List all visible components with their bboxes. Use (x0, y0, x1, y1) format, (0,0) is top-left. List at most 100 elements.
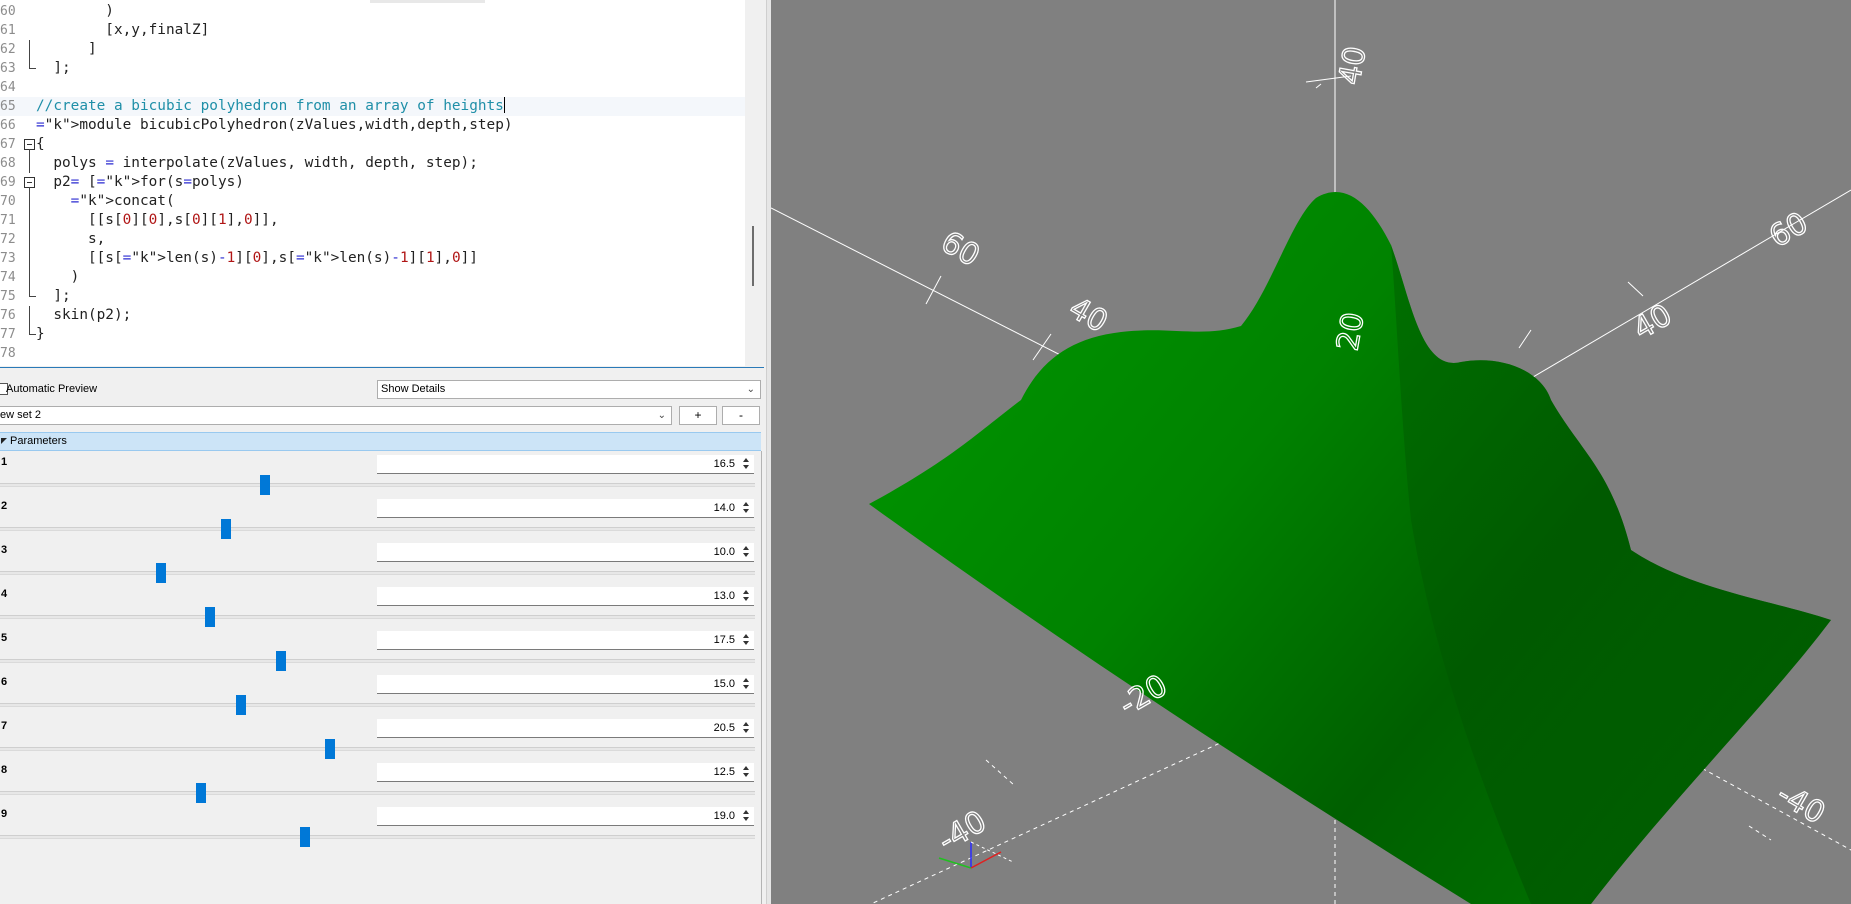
param-slider-thumb[interactable] (325, 739, 335, 759)
spin-arrows-icon[interactable] (741, 545, 752, 559)
param-label: 7 (1, 720, 8, 732)
code-line[interactable]: 63 ]; (0, 59, 745, 78)
chevron-down-icon: ⌄ (657, 410, 666, 421)
code-line[interactable]: 70 ="k">concat( (0, 192, 745, 211)
param-value: 20.5 (713, 722, 735, 734)
code-line[interactable]: 69 p2= [="k">for(s=polys) (0, 173, 745, 192)
param-value-spinbox[interactable]: 13.0 (377, 587, 754, 606)
spin-arrows-icon[interactable] (741, 765, 752, 779)
bicubic-surface (869, 192, 1831, 904)
code-line[interactable]: 73 [[s[="k">len(s)-1][0],s[="k">len(s)-1… (0, 249, 745, 268)
code-line[interactable]: 60 ) (0, 2, 745, 21)
code-line[interactable]: 75 ]; (0, 287, 745, 306)
param-value-spinbox[interactable]: 15.0 (377, 675, 754, 694)
param-slider-track[interactable] (0, 483, 755, 487)
param-slider-thumb[interactable] (221, 519, 231, 539)
param-value-spinbox[interactable]: 20.5 (377, 719, 754, 738)
code-line[interactable]: 74 ) (0, 268, 745, 287)
spin-arrows-icon[interactable] (741, 589, 752, 603)
details-select-value: Show Details (381, 383, 446, 395)
axis-label-z20: 20 (1330, 310, 1371, 354)
code-text: [[s[0][0],s[0][1],0]], (36, 212, 279, 228)
axis-label-xneg40: -40 (1771, 777, 1831, 832)
param-slider-track[interactable] (0, 615, 755, 619)
param-slider-thumb[interactable] (276, 651, 286, 671)
param-slider-thumb[interactable] (236, 695, 246, 715)
axis-label-y40: 40 (1628, 298, 1679, 347)
param-slider-thumb[interactable] (260, 475, 270, 495)
param-slider-thumb[interactable] (300, 827, 310, 847)
fold-marker (24, 249, 36, 268)
code-line[interactable]: 64 (0, 78, 745, 97)
param-value-spinbox[interactable]: 10.0 (377, 543, 754, 562)
code-line[interactable]: 72 s, (0, 230, 745, 249)
param-slider-track[interactable] (0, 527, 755, 531)
code-text: } (36, 326, 45, 342)
spin-arrows-icon[interactable] (741, 501, 752, 515)
code-line[interactable]: 66 ="k">module bicubicPolyhedron(zValues,… (0, 116, 745, 135)
spin-arrows-icon[interactable] (741, 633, 752, 647)
param-slider-track[interactable] (0, 835, 755, 839)
details-select[interactable]: Show Details ⌄ (377, 380, 761, 399)
line-number: 71 (0, 213, 16, 228)
remove-preset-button[interactable]: - (722, 406, 760, 425)
fold-toggle-icon[interactable] (24, 135, 36, 154)
param-label: 2 (1, 500, 8, 512)
line-number: 77 (0, 327, 16, 342)
code-line[interactable]: 61 [x,y,finalZ] (0, 21, 745, 40)
param-slider-thumb[interactable] (196, 783, 206, 803)
code-text: //create a bicubic polyhedron from an ar… (36, 97, 505, 114)
param-slider-track[interactable] (0, 659, 755, 663)
param-value-spinbox[interactable]: 14.0 (377, 499, 754, 518)
fold-toggle-icon[interactable] (24, 173, 36, 192)
axis-label-x40: 40 (1063, 291, 1114, 340)
param-slider-thumb[interactable] (156, 563, 166, 583)
code-line[interactable]: 78 (0, 344, 745, 363)
param-value: 13.0 (713, 590, 735, 602)
3d-viewport[interactable]: 40 60 40 20 60 40 -20 -40 -40 (771, 0, 1851, 904)
code-line[interactable]: 76 skin(p2); (0, 306, 745, 325)
preset-select[interactable]: ew set 2 ⌄ (0, 406, 672, 425)
code-editor[interactable]: 60 ) 61 [x,y,finalZ] 62 ] 63 ]; 64 65//create… (0, 0, 745, 366)
spin-arrows-icon[interactable] (741, 457, 752, 471)
chevron-down-icon: ⌄ (746, 384, 755, 395)
editor-scrollbar[interactable] (745, 0, 763, 366)
param-slider-track[interactable] (0, 703, 755, 707)
line-number: 64 (0, 80, 16, 95)
param-slider-track[interactable] (0, 791, 755, 795)
fold-marker (24, 230, 36, 249)
param-value-spinbox[interactable]: 12.5 (377, 763, 754, 782)
code-text: s, (36, 231, 106, 247)
parameters-group-header[interactable]: Parameters (0, 432, 761, 451)
line-number: 72 (0, 232, 16, 247)
param-slider-track[interactable] (0, 571, 755, 575)
spin-arrows-icon[interactable] (741, 721, 752, 735)
param-slider-track[interactable] (0, 747, 755, 751)
param-value-spinbox[interactable]: 19.0 (377, 807, 754, 826)
line-number: 69 (0, 175, 16, 190)
param-value-spinbox[interactable]: 17.5 (377, 631, 754, 650)
line-number: 67 (0, 137, 16, 152)
editor-scrollbar-thumb[interactable] (752, 226, 754, 286)
code-line[interactable]: 65 //create a bicubic polyhedron from an … (0, 97, 745, 116)
code-line[interactable]: 68 polys = interpolate(zValues, width, d… (0, 154, 745, 173)
param-label: 6 (1, 676, 8, 688)
fold-marker (24, 59, 36, 78)
line-number: 66 (0, 118, 16, 133)
line-number: 62 (0, 42, 16, 57)
param-value: 17.5 (713, 634, 735, 646)
code-text: [[s[="k">len(s)-1][0],s[="k">len(s)-1][1… (36, 250, 478, 266)
code-text: p2= [="k">for(s=polys) (36, 174, 244, 190)
code-line[interactable]: 67 { (0, 135, 745, 154)
spin-arrows-icon[interactable] (741, 677, 752, 691)
code-line[interactable]: 62 ] (0, 40, 745, 59)
param-label: 3 (1, 544, 8, 556)
code-line[interactable]: 77} (0, 325, 745, 344)
viewport-scene: 40 60 40 20 60 40 -20 -40 -40 (771, 0, 1851, 904)
axis-label-z40: 40 (1332, 44, 1373, 88)
param-value-spinbox[interactable]: 16.5 (377, 455, 754, 474)
param-slider-thumb[interactable] (205, 607, 215, 627)
add-preset-button[interactable]: + (679, 406, 717, 425)
code-line[interactable]: 71 [[s[0][0],s[0][1],0]], (0, 211, 745, 230)
spin-arrows-icon[interactable] (741, 809, 752, 823)
